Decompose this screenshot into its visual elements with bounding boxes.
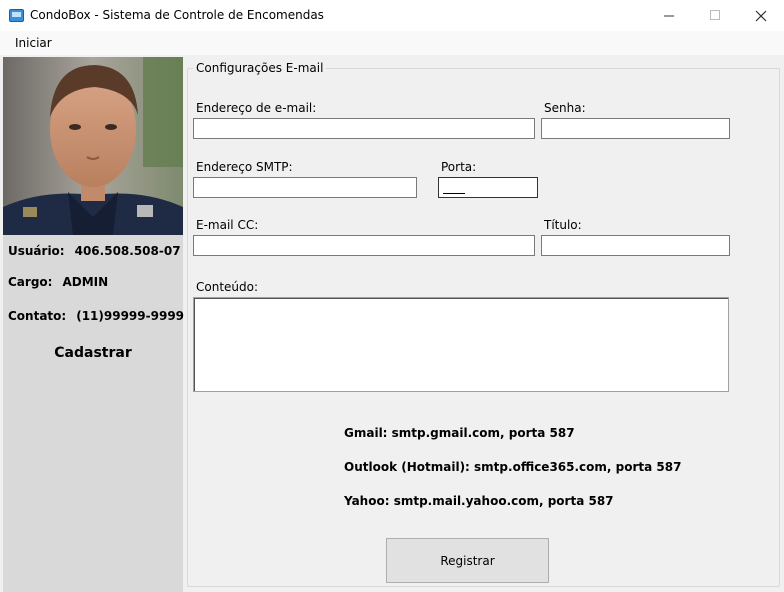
app-icon — [9, 9, 24, 22]
usuario-label: Usuário: — [8, 244, 65, 258]
porta-cursor — [443, 193, 465, 194]
sidebar: Usuário: 406.508.508-07 Cargo: ADMIN Conta… — [3, 57, 184, 592]
cc-label: E-mail CC: — [196, 218, 259, 232]
email-label: Endereço de e-mail: — [196, 101, 317, 115]
porta-label: Porta: — [441, 160, 477, 174]
conteudo-label: Conteúdo: — [196, 280, 259, 294]
senha-label: Senha: — [544, 101, 586, 115]
titulo-field[interactable] — [541, 235, 730, 256]
usuario-value: 406.508.508-07 — [74, 244, 181, 258]
close-icon[interactable] — [738, 0, 784, 31]
hint-outlook: Outlook (Hotmail): smtp.office365.com, p… — [344, 460, 682, 474]
menu-iniciar[interactable]: Iniciar — [15, 36, 52, 50]
usuario-row: Usuário: 406.508.508-07 — [8, 244, 181, 258]
minimize-icon[interactable] — [646, 0, 692, 31]
contato-value: (11)99999-9999 — [76, 309, 185, 323]
group-title: Configurações E-mail — [193, 61, 327, 75]
contato-label: Contato: — [8, 309, 67, 323]
contato-row: Contato: (11)99999-9999 — [8, 309, 184, 323]
registrar-button[interactable]: Registrar — [386, 538, 549, 583]
cadastrar-link[interactable]: Cadastrar — [3, 345, 183, 361]
window-title: CondoBox - Sistema de Controle de Encome… — [30, 8, 324, 22]
maximize-icon[interactable] — [692, 0, 738, 31]
senha-field[interactable] — [541, 118, 730, 139]
title-bar: CondoBox - Sistema de Controle de Encome… — [0, 0, 784, 31]
hint-yahoo: Yahoo: smtp.mail.yahoo.com, porta 587 — [344, 494, 614, 508]
cargo-label: Cargo: — [8, 275, 53, 289]
smtp-field[interactable] — [193, 177, 417, 198]
conteudo-textarea[interactable] — [193, 297, 729, 392]
smtp-label: Endereço SMTP: — [196, 160, 293, 174]
cargo-value: ADMIN — [62, 275, 109, 289]
cc-field[interactable] — [193, 235, 535, 256]
menu-bar: Iniciar — [0, 31, 784, 55]
user-photo — [3, 57, 183, 235]
cargo-row: Cargo: ADMIN — [8, 275, 108, 289]
hint-gmail: Gmail: smtp.gmail.com, porta 587 — [344, 426, 575, 440]
titulo-label: Título: — [544, 218, 582, 232]
email-field[interactable] — [193, 118, 535, 139]
porta-field[interactable] — [438, 177, 538, 198]
